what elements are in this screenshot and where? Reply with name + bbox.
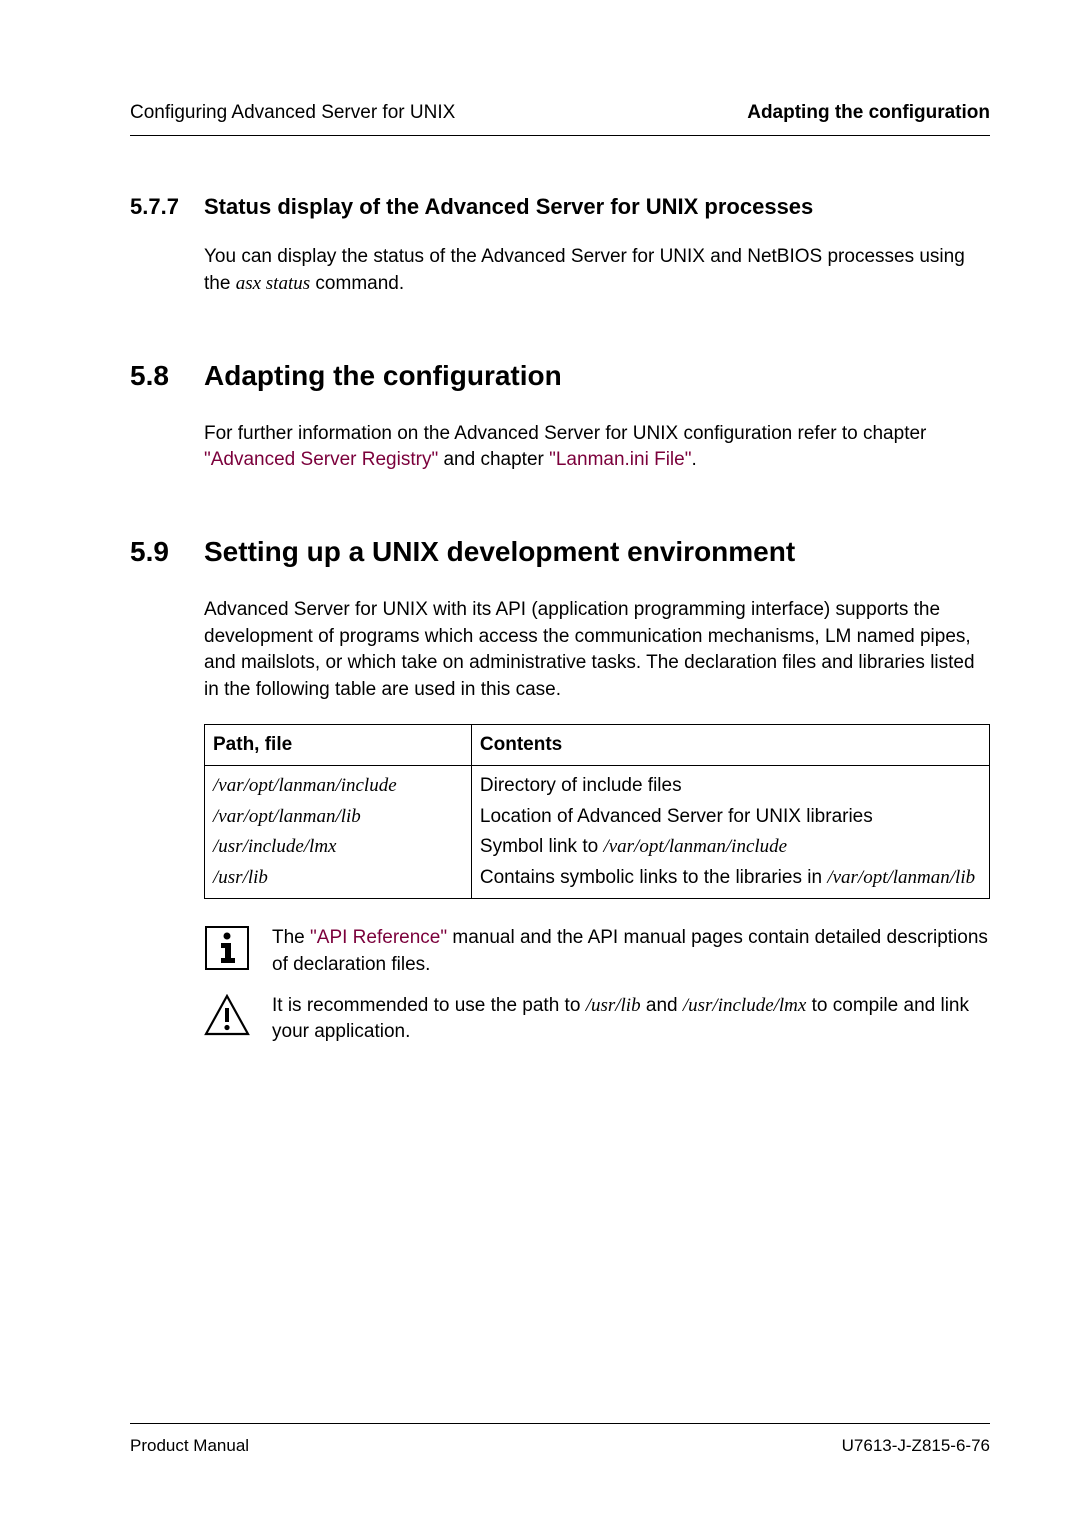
cell-path: /usr/include/lmx	[205, 832, 472, 863]
text: command.	[310, 273, 404, 294]
warning-note: It is recommended to use the path to /us…	[204, 993, 990, 1046]
header-left: Configuring Advanced Server for UNIX	[130, 100, 455, 127]
text: Contains symbolic links to the libraries…	[480, 867, 827, 888]
info-note: The "API Reference" manual and the API m…	[204, 925, 990, 978]
cell-desc: Contains symbolic links to the libraries…	[471, 863, 989, 899]
text: and	[641, 995, 683, 1016]
command-text: asx status	[236, 273, 310, 294]
heading-number: 5.9	[130, 532, 204, 571]
info-glyph-icon	[217, 931, 237, 965]
table-row: /var/opt/lanman/lib Location of Advanced…	[205, 802, 990, 833]
path-text: /var/opt/lanman/lib	[827, 867, 975, 888]
paragraph: For further information on the Advanced …	[204, 421, 990, 474]
info-box-icon	[205, 926, 249, 970]
footer-right: U7613-J-Z815-6-76	[842, 1434, 990, 1458]
heading-title: Status display of the Advanced Server fo…	[204, 192, 813, 223]
path-text: /var/opt/lanman/include	[603, 836, 787, 857]
page-footer: Product Manual U7613-J-Z815-6-76	[130, 1423, 990, 1458]
table-row: /usr/include/lmx Symbol link to /var/opt…	[205, 832, 990, 863]
heading-5-7-7: 5.7.7 Status display of the Advanced Ser…	[130, 192, 990, 223]
cell-desc: Symbol link to /var/opt/lanman/include	[471, 832, 989, 863]
note-text: It is recommended to use the path to /us…	[272, 993, 990, 1046]
page-header: Configuring Advanced Server for UNIX Ada…	[130, 100, 990, 136]
heading-5-8: 5.8 Adapting the configuration	[130, 356, 990, 395]
note-text: The "API Reference" manual and the API m…	[272, 925, 990, 978]
col-header-contents: Contents	[471, 724, 989, 766]
cell-desc: Directory of include files	[471, 766, 989, 802]
text: Symbol link to	[480, 836, 604, 857]
cell-path: /var/opt/lanman/include	[205, 766, 472, 802]
table-header-row: Path, file Contents	[205, 724, 990, 766]
link-registry[interactable]: "Advanced Server Registry"	[204, 449, 438, 470]
path-text: /usr/lib	[586, 995, 641, 1016]
heading-5-9: 5.9 Setting up a UNIX development enviro…	[130, 532, 990, 571]
table-row: /var/opt/lanman/include Directory of inc…	[205, 766, 990, 802]
section-5-8: 5.8 Adapting the configuration For furth…	[130, 356, 990, 474]
link-lanman[interactable]: "Lanman.ini File"	[549, 449, 691, 470]
header-right: Adapting the configuration	[747, 100, 990, 127]
section-5-9: 5.9 Setting up a UNIX development enviro…	[130, 532, 990, 1046]
heading-title: Adapting the configuration	[204, 356, 562, 395]
heading-title: Setting up a UNIX development environmen…	[204, 532, 795, 571]
col-header-path: Path, file	[205, 724, 472, 766]
text: The	[272, 927, 310, 948]
paragraph: You can display the status of the Advanc…	[204, 244, 990, 297]
table-row: /usr/lib Contains symbolic links to the …	[205, 863, 990, 899]
footer-left: Product Manual	[130, 1434, 249, 1458]
cell-desc: Location of Advanced Server for UNIX lib…	[471, 802, 989, 833]
heading-number: 5.7.7	[130, 192, 204, 223]
heading-number: 5.8	[130, 356, 204, 395]
warning-icon	[204, 993, 250, 1039]
warning-triangle-icon	[204, 994, 250, 1038]
text: For further information on the Advanced …	[204, 423, 926, 444]
text: .	[691, 449, 696, 470]
text: and chapter	[438, 449, 549, 470]
section-5-7-7: 5.7.7 Status display of the Advanced Ser…	[130, 192, 990, 298]
link-api-reference[interactable]: "API Reference"	[310, 927, 447, 948]
cell-path: /usr/lib	[205, 863, 472, 899]
path-text: /usr/include/lmx	[683, 995, 806, 1016]
text: It is recommended to use the path to	[272, 995, 586, 1016]
paths-table: Path, file Contents /var/opt/lanman/incl…	[204, 724, 990, 900]
cell-path: /var/opt/lanman/lib	[205, 802, 472, 833]
paragraph: Advanced Server for UNIX with its API (a…	[204, 597, 990, 703]
info-icon	[204, 925, 250, 971]
